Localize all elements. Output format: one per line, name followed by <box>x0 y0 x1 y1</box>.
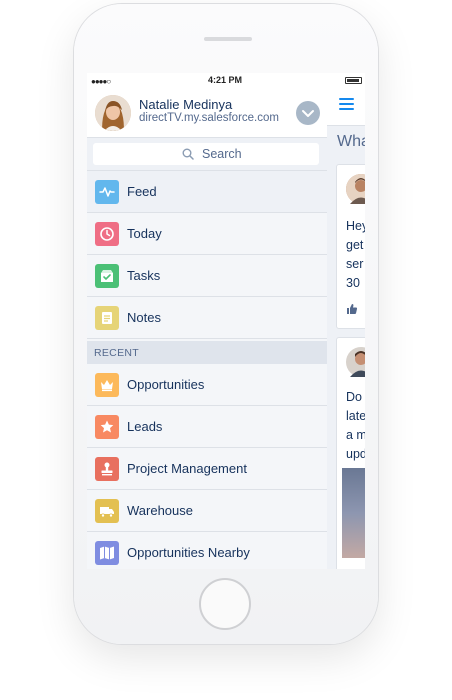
crown-icon <box>95 373 119 397</box>
post-text-line: a m <box>346 428 365 442</box>
post-text-line: get <box>346 238 364 252</box>
post-text-line: upd <box>346 447 365 461</box>
nav-item-label: Project Management <box>127 461 247 476</box>
feed-panel[interactable]: Wha Hey get ser 30 <box>327 73 365 569</box>
section-label: RECENT <box>94 347 139 359</box>
post-image[interactable] <box>342 468 365 558</box>
nav-item-label: Leads <box>127 419 163 434</box>
nav-item-label: Today <box>127 226 162 241</box>
post-author-avatar[interactable] <box>346 347 365 377</box>
post-text-line: ser <box>346 257 364 271</box>
notes-icon <box>95 306 119 330</box>
nav-item-today[interactable]: Today <box>87 213 327 255</box>
clock-icon <box>95 222 119 246</box>
nav-item-opportunities[interactable]: Opportunities <box>87 364 327 406</box>
search-placeholder: Search <box>202 147 242 161</box>
post-text: Hey get ser 30 <box>346 217 365 293</box>
nav-item-project-management[interactable]: Project Management <box>87 448 327 490</box>
hamburger-menu-icon[interactable] <box>339 98 354 111</box>
search-bar: Search <box>87 137 327 171</box>
home-button[interactable] <box>199 578 251 630</box>
stamp-icon <box>95 457 119 481</box>
chevron-down-icon <box>302 110 314 117</box>
nav-item-feed[interactable]: Feed <box>87 171 327 213</box>
feed-post-card[interactable]: Hey get ser 30 <box>336 164 365 329</box>
user-profile[interactable]: Natalie Medinya directTV.my.salesforce.c… <box>87 87 327 137</box>
nav-item-opportunities-nearby[interactable]: Opportunities Nearby <box>87 532 327 569</box>
status-time: 4:21 PM <box>207 75 242 85</box>
nav-item-warehouse[interactable]: Warehouse <box>87 490 327 532</box>
star-icon <box>95 415 119 439</box>
feed-icon <box>95 180 119 204</box>
section-header-recent: RECENT <box>87 341 327 364</box>
post-text-line: Do <box>346 390 362 404</box>
post-text-line: Hey <box>346 219 365 233</box>
navigation-menu: ●●●●○ 4:21 PM Natalie Medinya directTV.m… <box>87 73 327 569</box>
post-text-line: 30 <box>346 276 360 290</box>
post-author-avatar[interactable] <box>346 174 365 204</box>
nav-item-leads[interactable]: Leads <box>87 406 327 448</box>
nav-item-tasks[interactable]: Tasks <box>87 255 327 297</box>
truck-icon <box>95 499 119 523</box>
feed-title: Wha <box>337 133 365 150</box>
search-input[interactable]: Search <box>93 143 319 165</box>
user-avatar[interactable] <box>95 95 131 131</box>
user-name: Natalie Medinya <box>139 97 233 112</box>
search-icon <box>182 148 194 160</box>
nav-item-label: Notes <box>127 310 161 325</box>
org-domain: directTV.my.salesforce.com <box>139 112 279 124</box>
post-text: Do late a m upd <box>346 388 365 464</box>
map-icon <box>95 541 119 565</box>
account-switcher-button[interactable] <box>296 101 320 125</box>
feed-header <box>327 87 365 126</box>
nav-item-label: Opportunities <box>127 377 205 392</box>
nav-item-label: Warehouse <box>127 503 193 518</box>
phone-screen: Wha Hey get ser 30 <box>87 73 365 569</box>
feed-post-card[interactable]: Do late a m upd <box>336 337 365 569</box>
nav-item-label: Feed <box>127 184 157 199</box>
post-text-line: late <box>346 409 365 423</box>
nav-item-notes[interactable]: Notes <box>87 297 327 339</box>
thumbs-up-icon[interactable] <box>346 303 358 318</box>
nav-item-label: Opportunities Nearby <box>127 545 250 560</box>
nav-item-label: Tasks <box>127 268 161 283</box>
status-bar: ●●●●○ 4:21 PM <box>87 73 327 87</box>
phone-speaker <box>204 37 252 41</box>
tasks-icon <box>95 264 119 288</box>
